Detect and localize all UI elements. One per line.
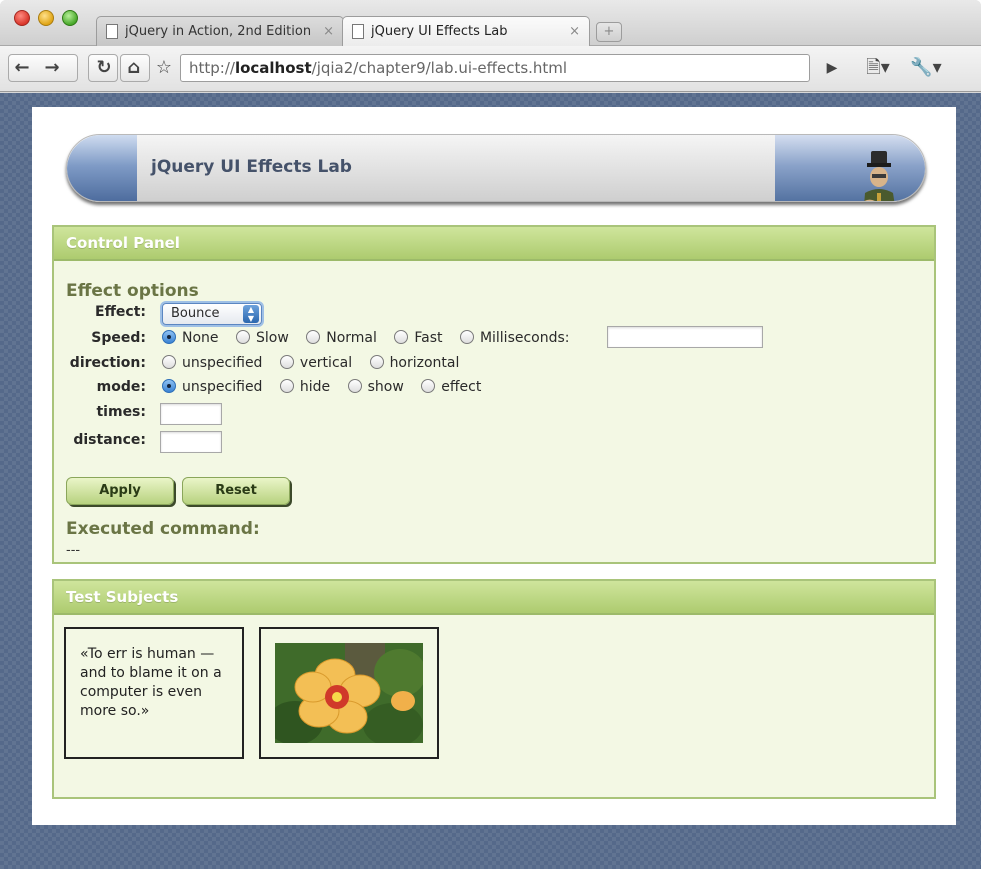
page-icon xyxy=(106,24,118,39)
speed-option-label: Normal xyxy=(326,330,377,346)
milliseconds-input[interactable] xyxy=(607,326,763,348)
speed-option-label: None xyxy=(182,330,219,346)
page-icon xyxy=(352,24,364,39)
mode-option-hide[interactable]: hide xyxy=(279,379,331,395)
distance-input[interactable] xyxy=(160,431,222,453)
radio-button[interactable] xyxy=(394,330,409,344)
url-host: localhost xyxy=(234,59,312,77)
test-subjects-header: Test Subjects xyxy=(54,581,934,615)
radio-button[interactable] xyxy=(421,379,436,393)
speed-option-fast[interactable]: Fast xyxy=(394,330,442,346)
image-test-subject xyxy=(259,627,439,759)
times-label: times: xyxy=(96,404,146,420)
direction-option-unspecified[interactable]: unspecified xyxy=(162,355,262,371)
direction-option-vertical[interactable]: vertical xyxy=(279,355,353,371)
mode-option-label: show xyxy=(367,379,404,395)
radio-button[interactable] xyxy=(459,330,474,344)
tab-close-icon[interactable]: × xyxy=(323,17,334,47)
tab-jquery-in-action[interactable]: jQuery in Action, 2nd Edition × xyxy=(96,16,344,46)
radio-button[interactable] xyxy=(235,330,250,344)
speed-label: Speed: xyxy=(91,330,146,346)
quote-test-subject: «To err is human — and to blame it on a … xyxy=(64,627,244,759)
tab-effects-lab[interactable]: jQuery UI Effects Lab × xyxy=(342,16,590,46)
radio-button[interactable] xyxy=(162,355,176,369)
effect-row: Bounce ▲ ▼ xyxy=(162,303,262,325)
speed-option-label: Fast xyxy=(414,330,443,346)
mode-options: unspecified hide show effect xyxy=(162,379,494,395)
browser-window: jQuery in Action, 2nd Edition × jQuery U… xyxy=(0,0,981,869)
direction-option-horizontal[interactable]: horizontal xyxy=(369,355,460,371)
mode-option-label: hide xyxy=(299,379,331,395)
effect-label: Effect: xyxy=(95,304,146,320)
control-panel-header: Control Panel xyxy=(54,227,934,261)
tab-close-icon[interactable]: × xyxy=(569,17,580,47)
executed-command-heading: Executed command: xyxy=(66,519,260,539)
navigation-toolbar: ← → ↻ ⌂ ☆ http://localhost/jqia2/chapter… xyxy=(0,46,981,92)
speed-option-milliseconds[interactable]: Milliseconds: xyxy=(459,330,570,346)
speed-option-slow[interactable]: Slow xyxy=(235,330,289,346)
hibiscus-flower-image xyxy=(275,643,423,743)
effect-select[interactable]: Bounce ▲ ▼ xyxy=(162,303,262,325)
test-subjects-panel: Test Subjects «To err is human — and to … xyxy=(52,579,936,799)
mode-option-unspecified[interactable]: unspecified xyxy=(162,379,262,395)
page-viewport: jQuery UI Effects Lab Control Panel Effe… xyxy=(0,93,981,869)
banner-left-cap xyxy=(67,135,137,201)
new-tab-button[interactable]: + xyxy=(596,22,622,42)
radio-button[interactable] xyxy=(306,330,321,344)
reset-button[interactable]: Reset xyxy=(182,477,290,505)
page-menu-icon[interactable]: 🗎▾ xyxy=(858,55,898,81)
speed-option-label: Slow xyxy=(255,330,289,346)
mode-option-label: effect xyxy=(441,379,482,395)
close-window-button[interactable] xyxy=(14,10,30,26)
tab-title: jQuery in Action, 2nd Edition xyxy=(125,24,312,39)
mode-label: mode: xyxy=(96,379,146,395)
effect-selected-value: Bounce xyxy=(171,306,220,321)
url-path: /jqia2/chapter9/lab.ui-effects.html xyxy=(311,59,568,77)
page-container: jQuery UI Effects Lab Control Panel Effe… xyxy=(32,107,956,825)
executed-command-value: --- xyxy=(66,543,81,558)
times-input[interactable] xyxy=(160,403,222,425)
direction-label: direction: xyxy=(69,355,146,371)
select-arrows-icon: ▲ ▼ xyxy=(243,305,259,323)
speed-option-label: Milliseconds: xyxy=(479,330,570,346)
address-bar[interactable]: http://localhost/jqia2/chapter9/lab.ui-e… xyxy=(180,54,810,82)
effect-options-heading: Effect options xyxy=(66,281,199,301)
forward-arrow-icon[interactable]: → xyxy=(40,55,64,81)
tab-title: jQuery UI Effects Lab xyxy=(371,24,508,39)
minimize-window-button[interactable] xyxy=(38,10,54,26)
direction-option-label: unspecified xyxy=(182,355,263,371)
zoom-window-button[interactable] xyxy=(62,10,78,26)
soldier-mascot-icon xyxy=(864,151,895,201)
title-banner: jQuery UI Effects Lab xyxy=(66,134,926,202)
radio-button[interactable] xyxy=(369,355,384,369)
distance-label: distance: xyxy=(73,432,146,448)
speed-option-none[interactable]: None xyxy=(162,330,219,346)
radio-button[interactable] xyxy=(162,330,176,344)
radio-button[interactable] xyxy=(279,379,294,393)
banner-right-cap xyxy=(775,135,925,201)
radio-button[interactable] xyxy=(279,355,294,369)
wrench-icon[interactable]: 🔧▾ xyxy=(904,55,948,81)
direction-option-label: vertical xyxy=(299,355,353,371)
speed-options: None Slow Normal Fast Milliseconds: xyxy=(162,330,583,346)
url-scheme: http:// xyxy=(189,59,235,77)
speed-option-normal[interactable]: Normal xyxy=(306,330,377,346)
direction-options: unspecified vertical horizontal xyxy=(162,355,472,371)
tab-bar: jQuery in Action, 2nd Edition × jQuery U… xyxy=(0,0,981,46)
home-icon[interactable]: ⌂ xyxy=(122,55,146,81)
bookmark-star-icon[interactable]: ☆ xyxy=(152,55,176,81)
mode-option-label: unspecified xyxy=(182,379,263,395)
mode-option-show[interactable]: show xyxy=(347,379,404,395)
go-arrow-icon[interactable]: ▶ xyxy=(820,55,844,81)
reload-icon[interactable]: ↻ xyxy=(92,55,116,81)
page-title: jQuery UI Effects Lab xyxy=(151,157,352,177)
direction-option-label: horizontal xyxy=(389,355,460,371)
back-arrow-icon[interactable]: ← xyxy=(10,55,34,81)
control-panel: Control Panel Effect options Effect: Bou… xyxy=(52,225,936,564)
apply-button[interactable]: Apply xyxy=(66,477,174,505)
radio-button[interactable] xyxy=(162,379,176,393)
mode-option-effect[interactable]: effect xyxy=(421,379,481,395)
radio-button[interactable] xyxy=(347,379,362,393)
